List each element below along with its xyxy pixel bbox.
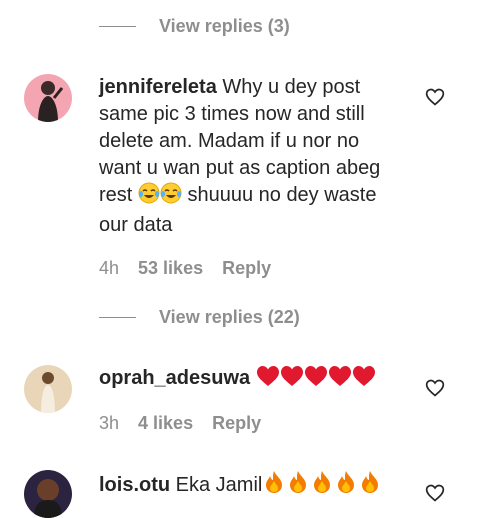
hearts-emoji-group [256, 366, 376, 389]
red-heart-emoji [256, 365, 280, 395]
comment-meta: 4h 53 likes Reply [99, 258, 290, 279]
fire-emoji [286, 470, 310, 502]
likes-count[interactable]: 4 likes [138, 413, 193, 434]
face-with-tears-of-joy-emoji [138, 182, 160, 212]
comment-body: jennifereleta Why u dey post same pic 3 … [99, 74, 399, 239]
reply-button[interactable]: Reply [222, 258, 271, 279]
fire-emoji [310, 470, 334, 502]
likes-count[interactable]: 53 likes [138, 258, 203, 279]
red-heart-emoji [280, 365, 304, 395]
comment-body: oprah_adesuwa [99, 365, 399, 395]
comment-timestamp: 3h [99, 413, 120, 433]
view-replies-row[interactable]: View replies (22) [99, 307, 300, 328]
view-replies-button[interactable]: View replies (3) [159, 16, 290, 37]
replies-divider [99, 26, 136, 27]
comment-username[interactable]: lois.otu [99, 474, 170, 496]
comment-meta: 3h 4 likes Reply [99, 413, 280, 434]
red-heart-emoji [304, 365, 328, 395]
comment-username[interactable]: jennifereleta [99, 76, 217, 98]
view-replies-row[interactable]: View replies (3) [99, 16, 290, 37]
comment-body: lois.otu Eka Jamil [99, 470, 399, 502]
red-heart-emoji [328, 365, 352, 395]
like-heart-icon[interactable] [425, 378, 445, 398]
comment-timestamp: 4h [99, 258, 120, 278]
avatar[interactable] [24, 74, 72, 122]
fire-emoji [262, 470, 286, 502]
avatar[interactable] [24, 470, 72, 518]
reply-button[interactable]: Reply [212, 413, 261, 434]
face-with-tears-of-joy-emoji [160, 182, 182, 212]
fire-emoji [334, 470, 358, 502]
replies-divider [99, 317, 136, 318]
avatar[interactable] [24, 365, 72, 413]
fire-emoji-group [262, 471, 382, 496]
comment-username[interactable]: oprah_adesuwa [99, 367, 250, 389]
comment-text: Eka Jamil [170, 474, 263, 496]
fire-emoji [358, 470, 382, 502]
like-heart-icon[interactable] [425, 87, 445, 107]
red-heart-emoji [352, 365, 376, 395]
like-heart-icon[interactable] [425, 483, 445, 503]
view-replies-button[interactable]: View replies (22) [159, 307, 300, 328]
